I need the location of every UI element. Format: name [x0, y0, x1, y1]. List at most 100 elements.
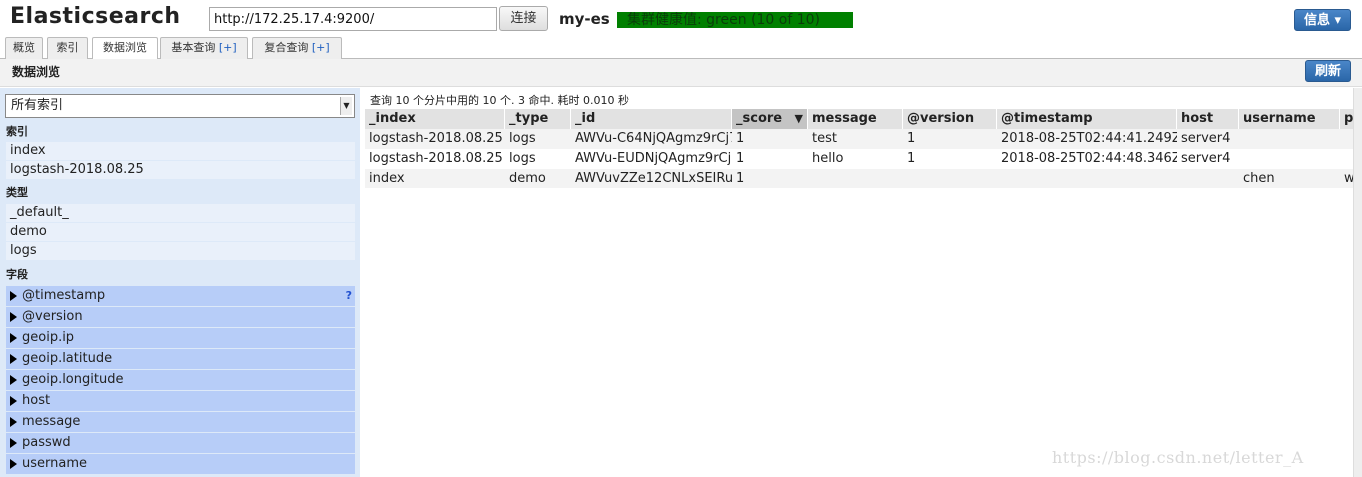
sort-desc-icon: ▼	[794, 112, 803, 125]
table-cell: logstash-2018.08.25	[369, 151, 503, 166]
column-header[interactable]: username	[1239, 109, 1340, 129]
main-tabs: 概览 索引 数据浏览 基本查询 [+] 复合查询 [+]	[0, 37, 1362, 60]
column-header[interactable]: message	[808, 109, 903, 129]
tab-basic-query[interactable]: 基本查询 [+]	[160, 37, 248, 59]
table-cell: server4	[1181, 131, 1231, 146]
field-label: message	[22, 414, 81, 429]
column-header[interactable]: _id	[571, 109, 732, 129]
table-cell: 2018-08-25T02:44:41.249Z	[1001, 131, 1177, 146]
table-cell: 2018-08-25T02:44:48.346Z	[1001, 151, 1177, 166]
type-filter-item[interactable]: demo	[6, 223, 355, 241]
table-cell	[1239, 149, 1340, 169]
field-filter-item[interactable]: geoip.latitude	[6, 349, 355, 369]
expand-triangle-icon	[10, 312, 17, 322]
field-label: host	[22, 393, 51, 408]
tab-compound-query[interactable]: 复合查询 [+]	[252, 37, 342, 59]
table-cell	[1340, 149, 1353, 169]
table-cell	[808, 169, 903, 188]
table-cell: chen	[1243, 171, 1275, 186]
expand-triangle-icon	[10, 396, 17, 406]
column-header-sorted[interactable]: _score ▼	[732, 109, 808, 129]
tab-indices[interactable]: 索引	[47, 37, 88, 59]
refresh-button[interactable]: 刷新	[1305, 60, 1351, 82]
table-cell: server4	[1181, 151, 1231, 166]
watermark-text: https://blog.csdn.net/letter_A	[1052, 448, 1304, 467]
table-cell	[1340, 129, 1353, 149]
table-cell: logs	[509, 151, 536, 166]
types-heading: 类型	[6, 186, 28, 199]
tab-data-browse[interactable]: 数据浏览	[92, 37, 158, 60]
section-title: 数据浏览	[12, 65, 61, 79]
help-icon[interactable]: ?	[346, 286, 352, 306]
table-cell: 1	[907, 131, 916, 146]
field-label: geoip.ip	[22, 330, 75, 345]
field-filter-item[interactable]: username	[6, 454, 355, 474]
field-label: geoip.latitude	[22, 351, 113, 366]
table-row[interactable]: index demo AWVuvZZe12CNLxSEIRuA 1 chen w	[365, 169, 1353, 188]
cluster-health-badge: 集群健康值: green (10 of 10)	[617, 12, 853, 28]
index-filter-item[interactable]: logstash-2018.08.25	[6, 161, 355, 179]
expand-triangle-icon	[10, 459, 17, 469]
field-filter-item[interactable]: host	[6, 391, 355, 411]
table-cell: 1	[736, 151, 745, 166]
table-cell	[1177, 169, 1239, 188]
column-header[interactable]: _type	[505, 109, 571, 129]
table-cell	[1239, 129, 1340, 149]
results-table: _index _type _id _score ▼ message @versio…	[365, 109, 1353, 188]
column-header[interactable]: @timestamp	[997, 109, 1177, 129]
table-cell: index	[369, 171, 405, 186]
expand-triangle-icon	[10, 333, 17, 343]
dropdown-arrow-icon: ▼	[340, 97, 352, 115]
table-cell	[903, 169, 997, 188]
expand-triangle-icon	[10, 375, 17, 385]
field-label: @timestamp	[22, 288, 106, 303]
table-cell: w	[1344, 171, 1353, 186]
table-cell: test	[812, 131, 837, 146]
tab-overview[interactable]: 概览	[5, 37, 43, 59]
index-filter-item[interactable]: index	[6, 142, 355, 160]
table-cell	[997, 169, 1177, 188]
vertical-scrollbar[interactable]	[1353, 88, 1362, 477]
tab-label: 基本查询	[171, 41, 216, 54]
connect-button[interactable]: 连接	[499, 6, 548, 31]
table-cell: 1	[736, 171, 745, 186]
field-filter-item[interactable]: geoip.longitude	[6, 370, 355, 390]
field-filter-item[interactable]: @version	[6, 307, 355, 327]
cluster-url-input[interactable]	[209, 7, 497, 31]
table-cell: AWVu-EUDNjQAgmz9rCj8	[575, 151, 732, 166]
column-header[interactable]: @version	[903, 109, 997, 129]
field-filter-item[interactable]: message	[6, 412, 355, 432]
column-header[interactable]: host	[1177, 109, 1239, 129]
field-label: @version	[22, 309, 83, 324]
expand-triangle-icon	[10, 291, 17, 301]
type-filter-item[interactable]: _default_	[6, 204, 355, 222]
field-label: username	[22, 456, 87, 471]
query-summary: 查询 10 个分片中用的 10 个. 3 命中. 耗时 0.010 秒	[370, 94, 629, 107]
field-filter-item[interactable]: @timestamp?	[6, 286, 355, 306]
cluster-name: my-es	[559, 10, 610, 28]
indices-heading: 索引	[6, 125, 28, 138]
app-logo: Elasticsearch	[10, 4, 181, 29]
top-header: Elasticsearch 连接 my-es 集群健康值: green (10 …	[0, 0, 1362, 38]
index-select[interactable]: 所有索引 ▼	[5, 94, 355, 118]
tab-label: 数据浏览	[103, 41, 147, 54]
table-row[interactable]: logstash-2018.08.25 logs AWVu-EUDNjQAgmz…	[365, 149, 1353, 169]
index-select-value: 所有索引	[11, 98, 64, 113]
info-menu-button[interactable]: 信息 ▾	[1294, 9, 1351, 31]
section-toolbar: 数据浏览 刷新	[0, 59, 1362, 87]
field-label: geoip.longitude	[22, 372, 124, 387]
column-header[interactable]: pa	[1340, 109, 1353, 129]
table-cell: logstash-2018.08.25	[369, 131, 503, 146]
table-cell: demo	[509, 171, 546, 186]
table-cell: 1	[907, 151, 916, 166]
tab-add-link[interactable]: [+]	[219, 41, 237, 54]
tab-label: 索引	[56, 41, 79, 54]
field-filter-item[interactable]: geoip.ip	[6, 328, 355, 348]
table-row[interactable]: logstash-2018.08.25 logs AWVu-C64NjQAgmz…	[365, 129, 1353, 149]
tab-label: 复合查询	[264, 41, 309, 54]
column-header[interactable]: _index	[365, 109, 505, 129]
tab-label: 概览	[13, 41, 35, 54]
tab-add-link[interactable]: [+]	[312, 41, 330, 54]
field-filter-item[interactable]: passwd	[6, 433, 355, 453]
type-filter-item[interactable]: logs	[6, 242, 355, 260]
